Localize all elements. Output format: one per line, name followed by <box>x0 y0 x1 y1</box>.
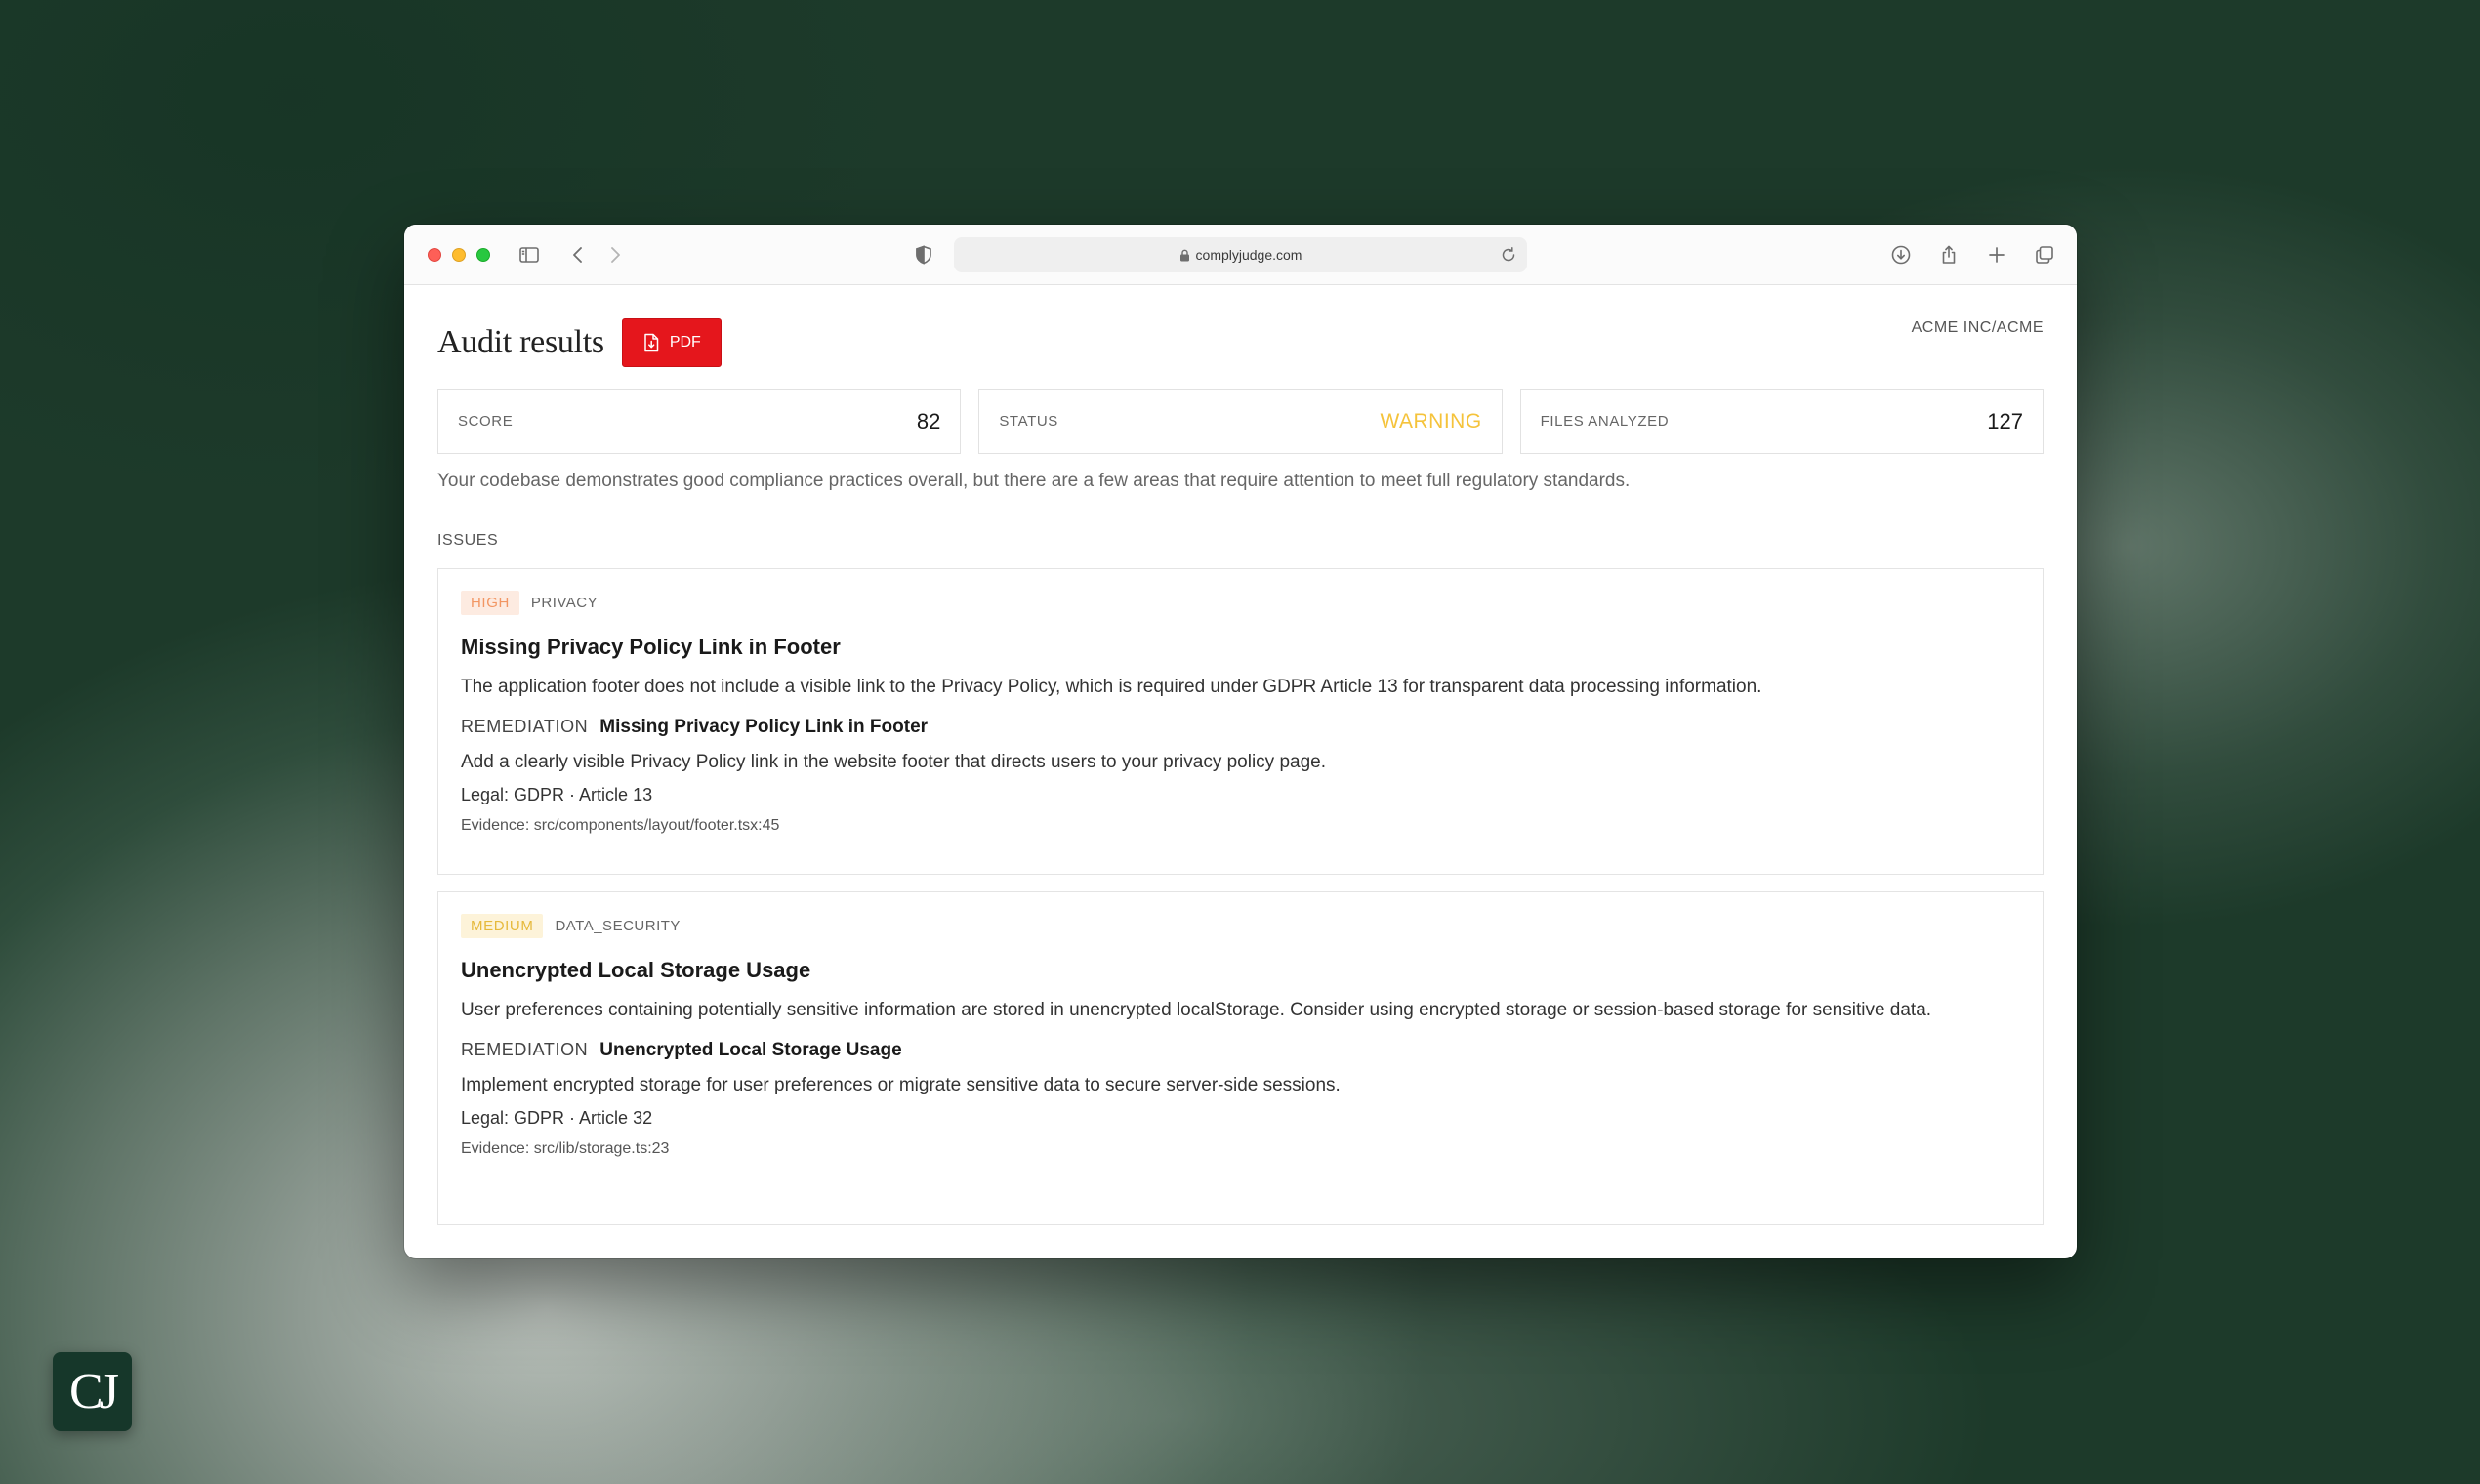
download-icon[interactable] <box>1887 241 1915 268</box>
issue-title: Missing Privacy Policy Link in Footer <box>461 635 841 659</box>
page-header: Audit results PDF <box>437 318 722 367</box>
score-value: 82 <box>916 408 941 433</box>
issue-description: The application footer does not include … <box>461 677 1762 697</box>
back-icon[interactable] <box>564 241 592 268</box>
forward-icon[interactable] <box>601 241 629 268</box>
files-analyzed-label: FILES ANALYZED <box>1540 413 1670 430</box>
legal-reference: Legal: GDPR · Article 32 <box>461 1108 653 1128</box>
evidence-reference: Evidence: src/components/layout/footer.t… <box>461 817 780 834</box>
organization-label: ACME INC/ACME <box>1911 319 2044 336</box>
audit-page: Audit results PDF ACME INC/ACME SCORE 82… <box>404 285 2077 1258</box>
pdf-file-icon <box>644 333 659 352</box>
files-analyzed-value: 127 <box>1987 408 2023 433</box>
severity-badge: MEDIUM <box>461 914 544 938</box>
logo-text: CJ <box>69 1364 119 1420</box>
pdf-button-label: PDF <box>669 334 701 350</box>
remediation-description: Implement encrypted storage for user pre… <box>461 1075 1341 1095</box>
download-pdf-button[interactable]: PDF <box>621 318 722 367</box>
reload-icon[interactable] <box>1500 246 1517 264</box>
issue-tags: MEDIUM DATA_SECURITY <box>461 914 2020 938</box>
window-controls <box>428 248 490 262</box>
score-card: SCORE 82 <box>437 389 962 454</box>
zoom-window-button[interactable] <box>476 248 490 262</box>
status-value: WARNING <box>1380 409 1482 433</box>
issue-card: MEDIUM DATA_SECURITY Unencrypted Local S… <box>437 891 2044 1225</box>
sidebar-icon[interactable] <box>516 241 543 268</box>
address-bar[interactable]: complyjudge.com <box>954 237 1527 272</box>
files-analyzed-card: FILES ANALYZED 127 <box>1519 389 2044 454</box>
remediation-description: Add a clearly visible Privacy Policy lin… <box>461 752 1327 772</box>
complyjudge-logo: CJ <box>53 1352 132 1431</box>
remediation-title: Unencrypted Local Storage Usage <box>599 1040 902 1060</box>
new-tab-icon[interactable] <box>1983 241 2010 268</box>
remediation-title: Missing Privacy Policy Link in Footer <box>599 717 929 737</box>
lock-icon <box>1179 249 1189 261</box>
url-text: complyjudge.com <box>1195 247 1302 263</box>
remediation-header: REMEDIATION Unencrypted Local Storage Us… <box>461 1040 2020 1061</box>
remediation-label: REMEDIATION <box>461 1040 589 1059</box>
issues-section-label: ISSUES <box>437 532 499 549</box>
severity-badge: HIGH <box>461 591 519 615</box>
close-window-button[interactable] <box>428 248 441 262</box>
minimize-window-button[interactable] <box>452 248 466 262</box>
remediation-header: REMEDIATION Missing Privacy Policy Link … <box>461 717 2020 738</box>
tabs-overview-icon[interactable] <box>2031 241 2058 268</box>
audit-summary: Your codebase demonstrates good complian… <box>437 471 1631 491</box>
browser-toolbar: complyjudge.com <box>404 225 2077 285</box>
browser-window: complyjudge.com Audit results PDF ACME I… <box>404 225 2077 1258</box>
legal-reference: Legal: GDPR · Article 13 <box>461 785 653 804</box>
issue-title: Unencrypted Local Storage Usage <box>461 958 811 982</box>
remediation-label: REMEDIATION <box>461 717 589 736</box>
evidence-reference: Evidence: src/lib/storage.ts:23 <box>461 1140 670 1157</box>
share-icon[interactable] <box>1935 241 1963 268</box>
page-title: Audit results <box>437 324 604 360</box>
issue-description: User preferences containing potentially … <box>461 1000 1932 1020</box>
issue-tags: HIGH PRIVACY <box>461 591 2020 615</box>
status-label: STATUS <box>999 413 1058 430</box>
stats-row: SCORE 82 STATUS WARNING FILES ANALYZED 1… <box>437 389 2044 454</box>
status-card: STATUS WARNING <box>978 389 1503 454</box>
category-label: DATA_SECURITY <box>555 918 681 934</box>
shield-icon[interactable] <box>910 241 937 268</box>
score-label: SCORE <box>458 413 514 430</box>
issue-card: HIGH PRIVACY Missing Privacy Policy Link… <box>437 568 2044 875</box>
category-label: PRIVACY <box>530 595 599 611</box>
